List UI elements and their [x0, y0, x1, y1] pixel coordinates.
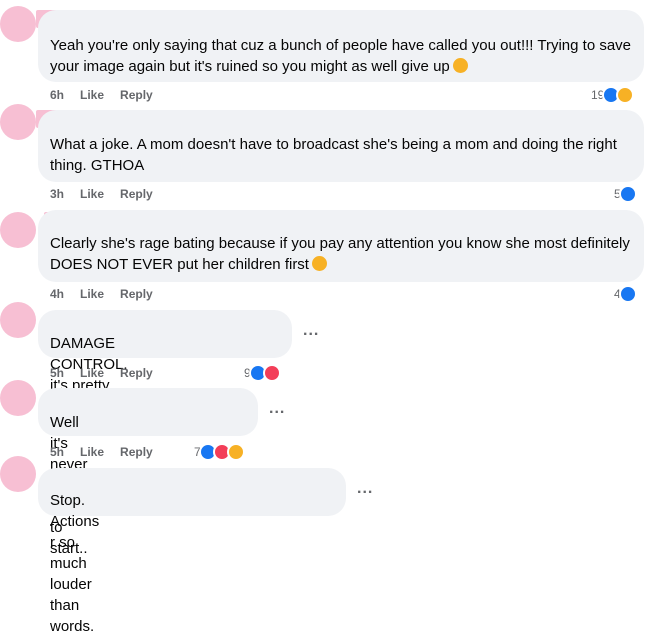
comment-text: Yeah you're only saying that cuz a bunch…	[50, 37, 632, 75]
comment-meta: 6h Like Reply	[50, 88, 153, 102]
reply-button[interactable]: Reply	[120, 88, 153, 102]
like-button[interactable]: Like	[80, 445, 104, 459]
timestamp[interactable]: 6h	[50, 88, 64, 102]
comment-meta: 5h Like Reply	[50, 366, 153, 380]
more-options-button[interactable]: ...	[269, 400, 285, 418]
like-button[interactable]: Like	[80, 187, 104, 201]
haha-icon	[616, 86, 635, 104]
avatar[interactable]	[0, 212, 36, 248]
laughing-emoji	[452, 58, 468, 73]
like-button[interactable]: Like	[80, 366, 104, 380]
haha-icon	[226, 443, 245, 461]
like-button[interactable]: Like	[80, 88, 104, 102]
reply-button[interactable]: Reply	[120, 287, 153, 301]
comment-text: What a joke. A mom doesn't have to broad…	[50, 136, 617, 174]
more-options-button[interactable]: ...	[357, 480, 373, 498]
reply-button[interactable]: Reply	[120, 445, 153, 459]
comment-text: Stop. Actions r so much louder than word…	[50, 492, 100, 635]
smiling-emoji	[311, 256, 327, 271]
avatar[interactable]	[0, 380, 36, 416]
avatar[interactable]	[0, 302, 36, 338]
reaction-summary[interactable]: 19	[591, 85, 635, 105]
comment-text: Clearly she's rage bating because if you…	[50, 235, 630, 273]
comment-meta: 5h Like Reply	[50, 445, 153, 459]
like-icon	[618, 285, 637, 303]
comment-meta: 3h Like Reply	[50, 187, 153, 201]
avatar[interactable]	[0, 6, 36, 42]
reaction-summary[interactable]: 4	[614, 284, 637, 304]
avatar[interactable]	[0, 456, 36, 492]
like-button[interactable]: Like	[80, 287, 104, 301]
reply-button[interactable]: Reply	[120, 187, 153, 201]
reaction-summary[interactable]: 5	[614, 184, 637, 204]
reaction-summary[interactable]: 7	[194, 442, 245, 462]
comment-meta: 4h Like Reply	[50, 287, 153, 301]
reaction-summary[interactable]: 9	[244, 363, 281, 383]
timestamp[interactable]: 4h	[50, 287, 64, 301]
reply-button[interactable]: Reply	[120, 366, 153, 380]
timestamp[interactable]: 5h	[50, 445, 64, 459]
more-options-button[interactable]: ...	[303, 322, 319, 340]
love-icon	[262, 364, 281, 382]
like-icon	[618, 185, 637, 203]
timestamp[interactable]: 3h	[50, 187, 64, 201]
avatar[interactable]	[0, 104, 36, 140]
timestamp[interactable]: 5h	[50, 366, 64, 380]
